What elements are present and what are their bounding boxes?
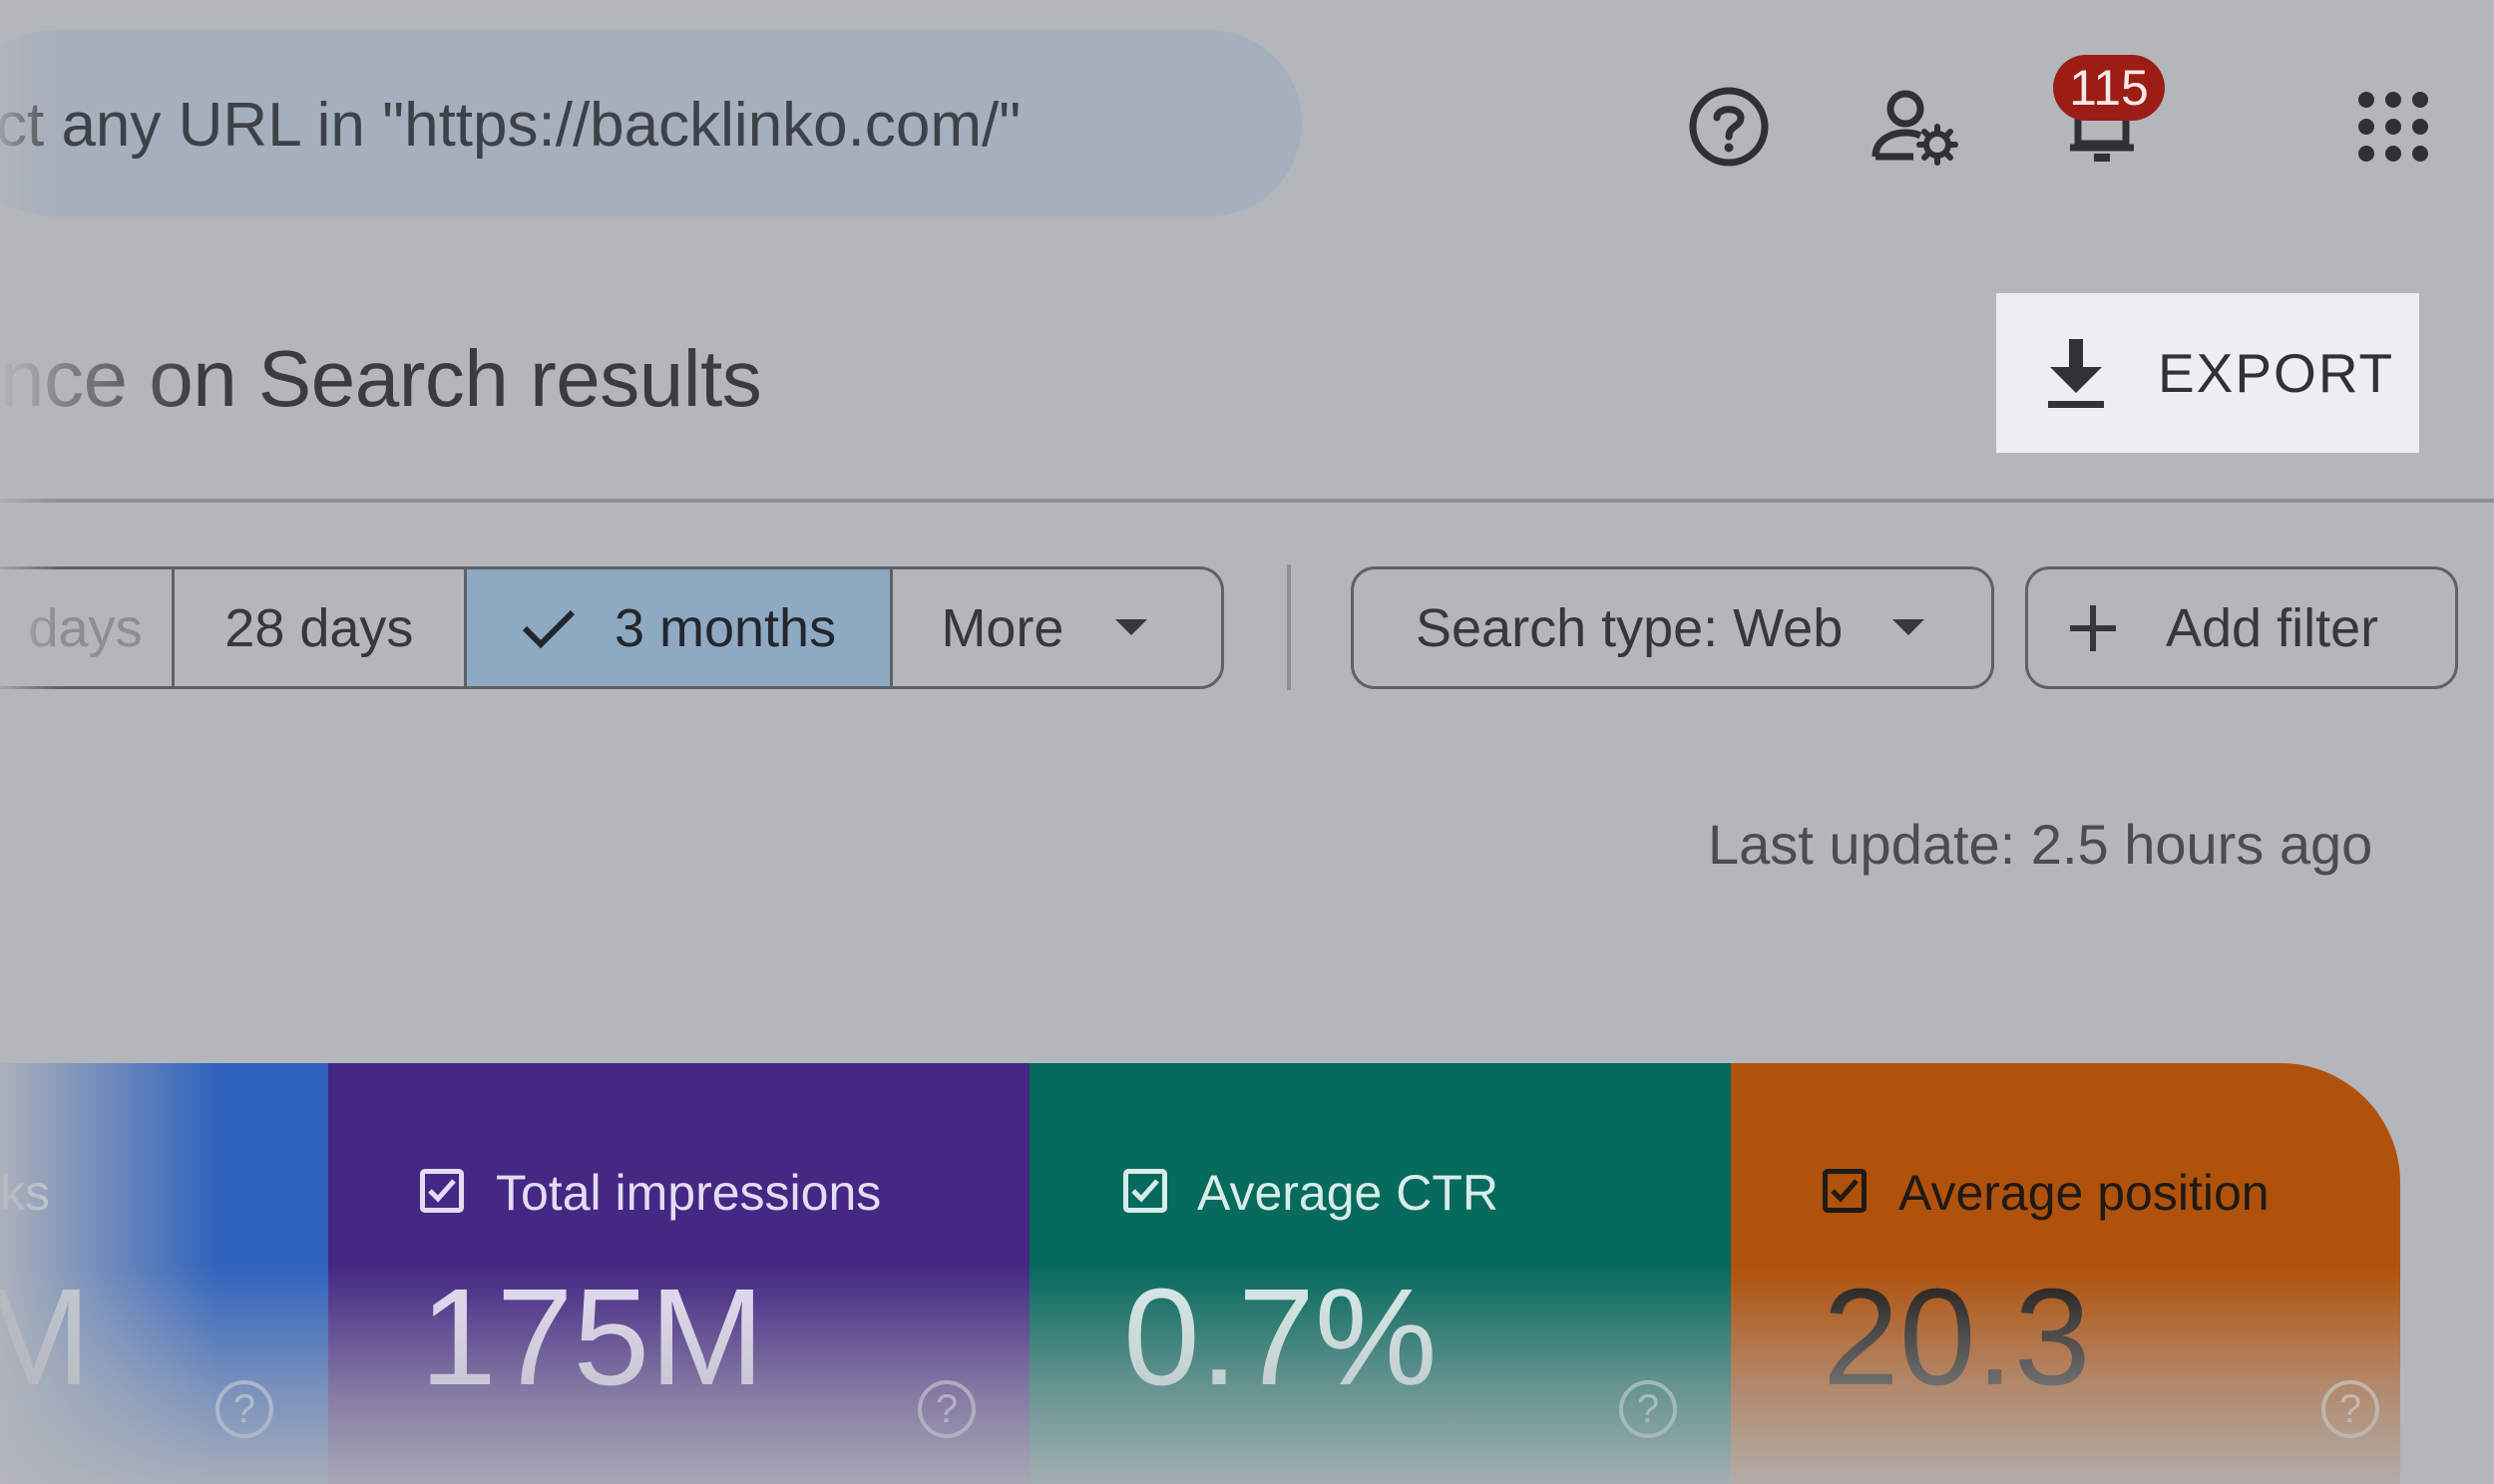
search-type-label: Search type: Web [1416, 597, 1844, 658]
date-range-option-28-days[interactable]: 28 days [175, 569, 467, 686]
check-icon [522, 609, 576, 648]
help-circle-icon[interactable]: ? [215, 1380, 273, 1438]
metric-card-average-position[interactable]: Average position 20.3 ? [1731, 1063, 2400, 1484]
plus-icon [2070, 604, 2116, 651]
date-range-label: 3 months [614, 597, 837, 658]
date-range-selector: days 28 days 3 months More [0, 566, 1224, 689]
metrics-cards: ks M ? Total impressions 175M ? Average … [0, 1063, 2400, 1484]
metric-label: Total impressions [496, 1165, 882, 1221]
help-icon[interactable] [1674, 72, 1784, 182]
checkbox-checked-icon[interactable] [1123, 1169, 1167, 1213]
add-filter-label: Add filter [2166, 597, 2379, 658]
metric-label: Average position [1898, 1165, 2270, 1221]
search-type-dropdown[interactable]: Search type: Web [1351, 566, 1994, 689]
metric-card-total-impressions[interactable]: Total impressions 175M ? [328, 1063, 1030, 1484]
last-update-text: Last update: 2.5 hours ago [1708, 813, 2373, 876]
search-bar[interactable]: ct any URL in "https://backlinko.com/" [0, 30, 1302, 216]
help-circle-icon[interactable]: ? [918, 1380, 976, 1438]
date-range-label: More [941, 597, 1064, 658]
date-range-option-3-months[interactable]: 3 months [466, 569, 894, 686]
metric-value: 0.7% [1123, 1261, 1438, 1414]
chevron-down-icon [1115, 618, 1148, 635]
metric-label: Average CTR [1197, 1165, 1498, 1221]
chevron-down-icon [1892, 618, 1925, 635]
header-divider [0, 499, 2494, 503]
checkbox-checked-icon[interactable] [420, 1169, 464, 1213]
add-filter-button[interactable]: Add filter [2025, 566, 2458, 689]
apps-grid-icon[interactable] [2338, 72, 2448, 182]
export-label: EXPORT [2158, 342, 2395, 404]
notification-count-badge: 115 [2053, 55, 2165, 121]
help-circle-icon[interactable]: ? [2321, 1380, 2379, 1438]
metric-card-clicks[interactable]: ks M ? [0, 1063, 328, 1484]
date-range-option-days[interactable]: days [0, 569, 176, 686]
metric-label: ks [0, 1165, 50, 1221]
checkbox-checked-icon[interactable] [1823, 1169, 1867, 1213]
help-circle-icon[interactable]: ? [1619, 1380, 1677, 1438]
metric-value: M [0, 1261, 91, 1414]
download-icon [2048, 339, 2104, 408]
date-range-label: days [28, 597, 143, 658]
metric-value: 20.3 [1823, 1261, 2091, 1414]
metric-card-average-ctr[interactable]: Average CTR 0.7% ? [1030, 1063, 1731, 1484]
export-button[interactable]: EXPORT [1996, 293, 2419, 453]
date-range-label: 28 days [224, 597, 414, 658]
title-fade-overlay [0, 319, 200, 439]
search-input-text: ct any URL in "https://backlinko.com/" [0, 91, 1022, 160]
date-range-more-dropdown[interactable]: More [893, 569, 1221, 686]
filter-divider [1287, 564, 1291, 690]
account-settings-icon[interactable] [1860, 72, 1969, 182]
metric-value: 175M [420, 1261, 765, 1414]
